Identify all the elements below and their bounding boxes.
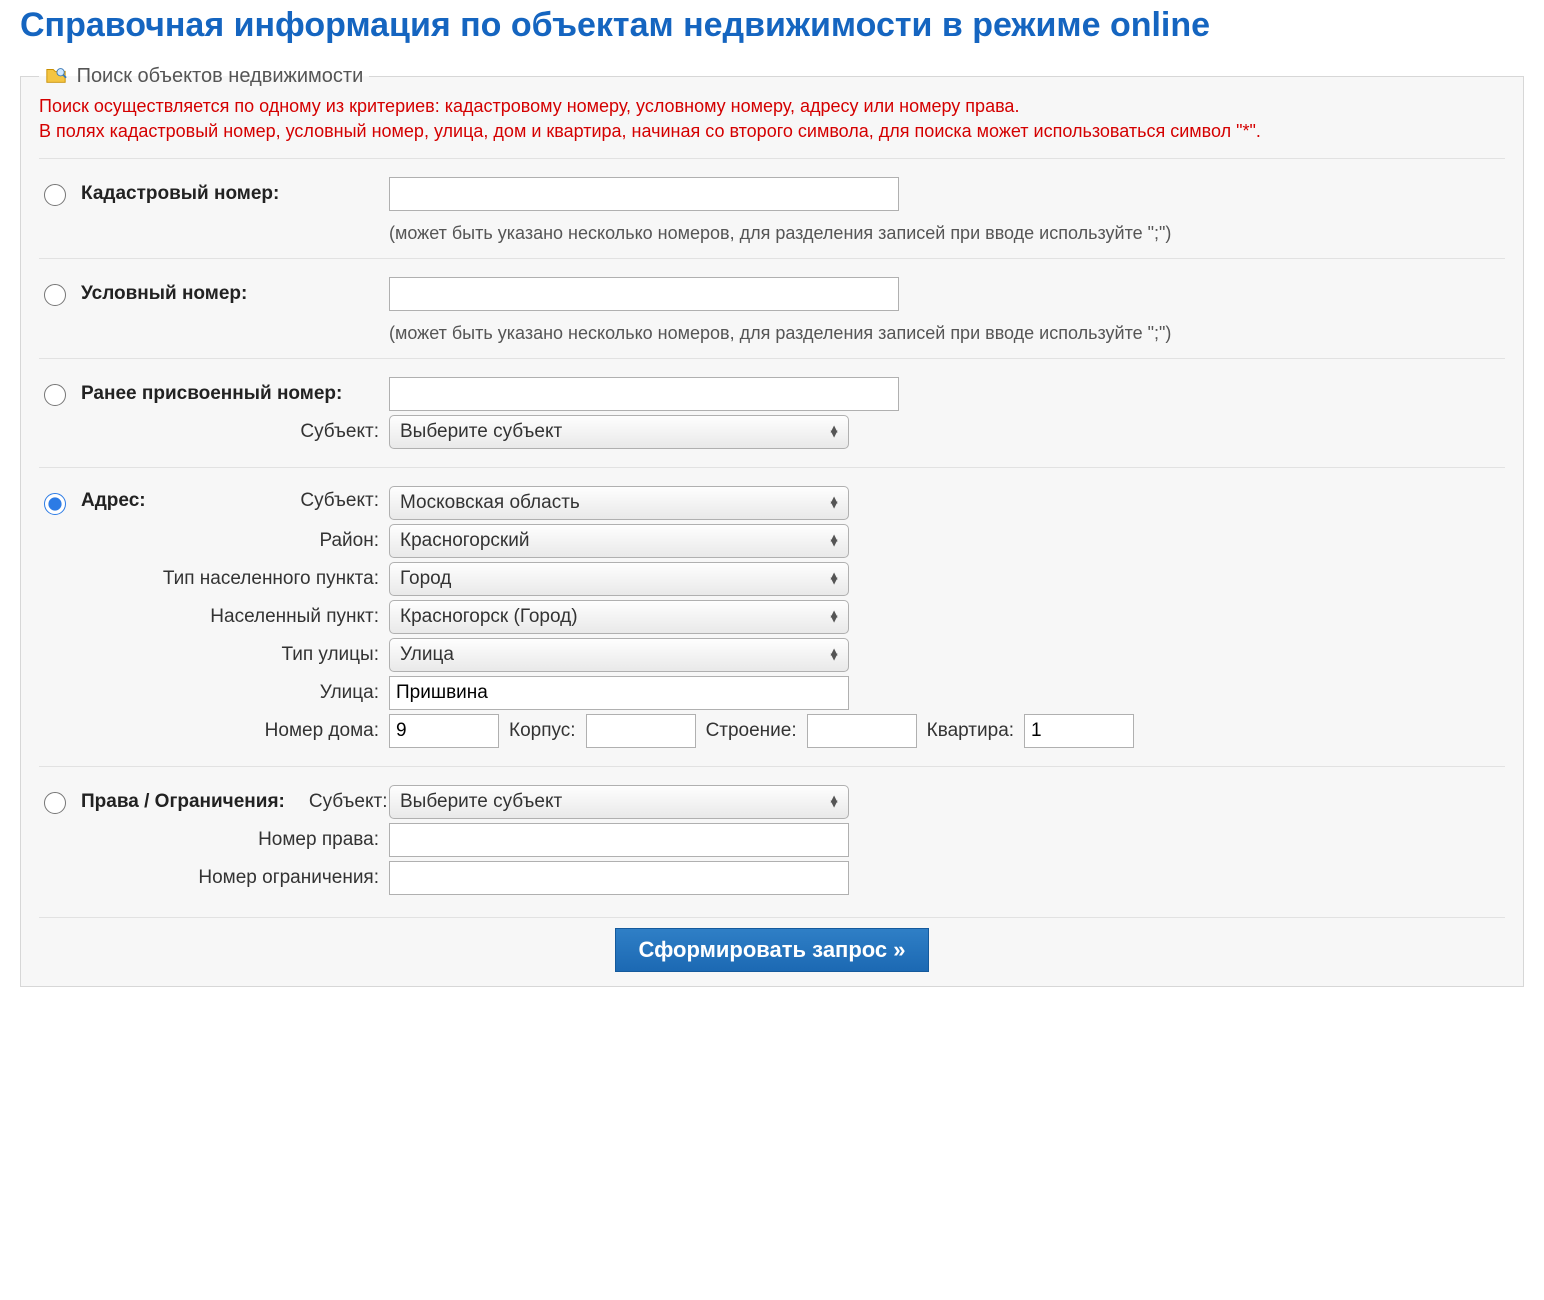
section-previous: Ранее присвоенный номер: Субъект: Выбери… [39, 358, 1505, 467]
label-previous-subject: Субъект: [300, 421, 379, 443]
section-cadastral: Кадастровый номер: (может быть указано н… [39, 158, 1505, 258]
label-rights: Права / Ограничения: [81, 791, 285, 813]
select-address-settlement[interactable]: Красногорск (Город) ▲▼ [389, 600, 849, 634]
input-rights-rightno[interactable] [389, 823, 849, 857]
input-address-street[interactable] [389, 676, 849, 710]
section-rights: Права / Ограничения: Субъект: Выберите с… [39, 766, 1505, 913]
select-address-subject-value: Московская область [400, 492, 580, 514]
label-address-settlement: Населенный пункт: [210, 606, 379, 628]
select-address-settlement-value: Красногорск (Город) [400, 606, 578, 628]
radio-conditional[interactable] [44, 284, 66, 306]
radio-cadastral[interactable] [44, 184, 66, 206]
label-address-street: Улица: [320, 682, 379, 704]
label-rights-subject: Субъект: [309, 791, 388, 813]
label-rights-rightno: Номер права: [258, 829, 379, 851]
footer-bar: Сформировать запрос » [39, 917, 1505, 972]
input-address-korpus[interactable] [586, 714, 696, 748]
hint-line-1: Поиск осуществляется по одному из критер… [39, 94, 1505, 119]
chevron-updown-icon: ▲▼ [828, 611, 840, 622]
label-address-flat: Квартира: [927, 720, 1014, 742]
label-address-settlement-type: Тип населенного пункта: [163, 568, 379, 590]
chevron-updown-icon: ▲▼ [828, 497, 840, 508]
input-rights-restrictionno[interactable] [389, 861, 849, 895]
search-hint: Поиск осуществляется по одному из критер… [39, 94, 1505, 144]
panel-legend: Поиск объектов недвижимости [39, 65, 369, 88]
select-rights-subject-value: Выберите субъект [400, 791, 562, 813]
section-address: Адрес: Субъект: Московская область ▲▼ Ра… [39, 467, 1505, 766]
page-title: Справочная информация по объектам недвиж… [20, 4, 1524, 47]
label-address-building: Строение: [706, 720, 797, 742]
chevron-updown-icon: ▲▼ [828, 573, 840, 584]
hint-line-2: В полях кадастровый номер, условный номе… [39, 119, 1505, 144]
note-conditional: (может быть указано несколько номеров, д… [389, 323, 1171, 344]
input-address-flat[interactable] [1024, 714, 1134, 748]
label-address-korpus: Корпус: [509, 720, 576, 742]
label-address-house: Номер дома: [265, 720, 379, 742]
label-previous: Ранее присвоенный номер: [81, 383, 342, 405]
select-previous-subject[interactable]: Выберите субъект ▲▼ [389, 415, 849, 449]
select-address-street-type-value: Улица [400, 644, 454, 666]
chevron-updown-icon: ▲▼ [828, 535, 840, 546]
section-conditional: Условный номер: (может быть указано неск… [39, 258, 1505, 358]
label-address-district: Район: [319, 530, 379, 552]
input-address-building[interactable] [807, 714, 917, 748]
input-cadastral[interactable] [389, 177, 899, 211]
select-rights-subject[interactable]: Выберите субъект ▲▼ [389, 785, 849, 819]
select-address-settlement-type[interactable]: Город ▲▼ [389, 562, 849, 596]
input-conditional[interactable] [389, 277, 899, 311]
search-panel: Поиск объектов недвижимости Поиск осущес… [20, 65, 1524, 987]
label-conditional: Условный номер: [81, 283, 247, 305]
select-address-district[interactable]: Красногорский ▲▼ [389, 524, 849, 558]
chevron-updown-icon: ▲▼ [828, 649, 840, 660]
label-address: Адрес: [81, 490, 146, 512]
input-previous[interactable] [389, 377, 899, 411]
label-address-street-type: Тип улицы: [281, 644, 379, 666]
select-address-settlement-type-value: Город [400, 568, 451, 590]
chevron-updown-icon: ▲▼ [828, 796, 840, 807]
radio-address[interactable] [44, 493, 66, 515]
chevron-updown-icon: ▲▼ [828, 426, 840, 437]
label-cadastral: Кадастровый номер: [81, 183, 279, 205]
label-address-subject: Субъект: [300, 490, 379, 512]
search-folder-icon [45, 65, 67, 85]
select-previous-subject-value: Выберите субъект [400, 421, 562, 443]
label-rights-restrictionno: Номер ограничения: [198, 867, 379, 889]
input-address-house[interactable] [389, 714, 499, 748]
submit-button[interactable]: Сформировать запрос » [615, 928, 928, 972]
note-cadastral: (может быть указано несколько номеров, д… [389, 223, 1171, 244]
select-address-subject[interactable]: Московская область ▲▼ [389, 486, 849, 520]
select-address-street-type[interactable]: Улица ▲▼ [389, 638, 849, 672]
panel-legend-text: Поиск объектов недвижимости [77, 65, 364, 87]
radio-rights[interactable] [44, 792, 66, 814]
select-address-district-value: Красногорский [400, 530, 529, 552]
radio-previous[interactable] [44, 384, 66, 406]
